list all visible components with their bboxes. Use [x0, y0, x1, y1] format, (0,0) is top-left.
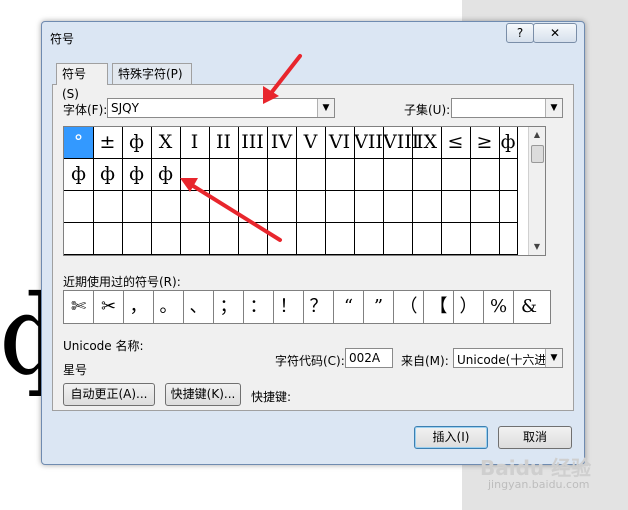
tab-symbols[interactable]: 符号(S) — [56, 63, 108, 101]
annotation-arrow — [263, 54, 302, 104]
annotation-arrow — [180, 178, 282, 242]
